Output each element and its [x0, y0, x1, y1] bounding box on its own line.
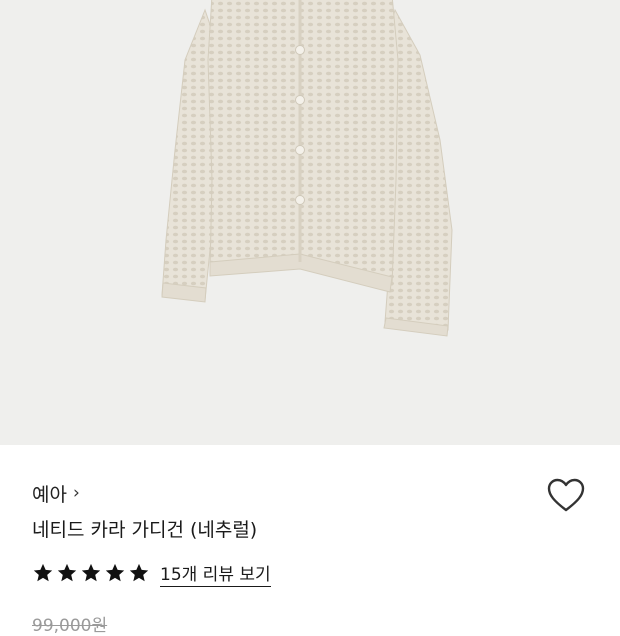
original-price: 99,000원	[32, 616, 108, 636]
star-filled-icon	[33, 563, 53, 582]
product-title: 네티드 카라 가디건 (네추럴)	[32, 519, 258, 541]
star-filled-icon	[57, 563, 77, 582]
star-filled-icon	[105, 563, 125, 582]
wishlist-button[interactable]	[545, 475, 587, 517]
star-filled-icon	[81, 563, 101, 582]
product-image[interactable]	[0, 0, 620, 445]
cardigan-illustration	[161, 0, 453, 337]
product-info: 예아 › 네티드 카라 가디건 (네추럴) 15개 리뷰 보기 99,000원	[0, 445, 620, 636]
star-filled-icon	[129, 563, 149, 582]
chevron-right-icon: ›	[72, 482, 80, 503]
brand-name: 예아	[32, 483, 67, 506]
heart-outline-icon	[547, 478, 585, 512]
brand-link[interactable]: 예아 ›	[32, 479, 80, 507]
view-reviews-link[interactable]: 15개 리뷰 보기	[160, 560, 271, 587]
rating-row: 15개 리뷰 보기	[32, 559, 271, 587]
rating-stars	[32, 562, 150, 584]
